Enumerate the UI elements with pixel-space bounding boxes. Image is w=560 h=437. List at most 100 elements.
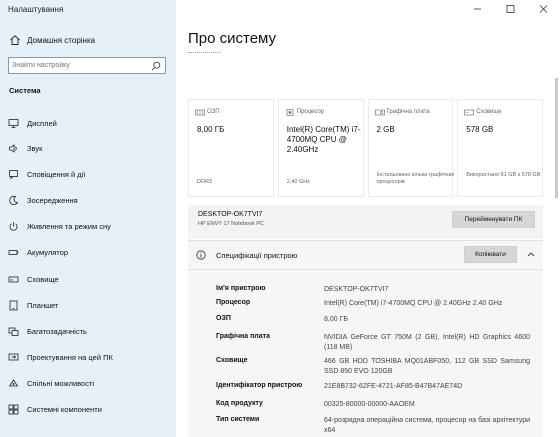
spec-value: 8,00 ГБ: [324, 316, 348, 323]
power-icon: [9, 222, 18, 231]
tile-graphics: Графічна плата 2 GB Інстальовано кілька …: [367, 99, 455, 197]
scrollbar[interactable]: [555, 78, 558, 198]
device-specifications-panel: Специфікації пристрою Копіювати Ім'я при…: [188, 240, 543, 437]
window-title: Налаштування: [8, 5, 64, 14]
specs-divider: [188, 269, 543, 270]
tile-value: 578 GB: [466, 125, 494, 134]
nav-item-multitasking[interactable]: Багатозадачність: [0, 322, 176, 342]
spec-value: 466 GB HDD TOSHIBA MQ01ABF050, 112 GB SS…: [324, 358, 530, 375]
nav-item-shared-experiences[interactable]: Спільні можливості: [0, 374, 176, 394]
nav-item-label: Дисплей: [27, 119, 57, 128]
tile-processor: Процесор Intel(R) Core(TM) i7-4700MQ CPU…: [277, 99, 364, 197]
nav-item-label: Звук: [27, 144, 43, 153]
spec-value: 00325-80000-00000-AAOEM: [324, 401, 415, 408]
spec-key: Ідентифікатор пристрою: [216, 382, 303, 389]
nav-item-tablet[interactable]: Планшет: [0, 296, 176, 316]
settings-search[interactable]: [8, 57, 166, 74]
device-model: HP ENVY 17 Notebook PC: [198, 221, 264, 227]
nav-item-label: Планшет: [27, 301, 59, 310]
search-input[interactable]: [12, 60, 147, 71]
tile-footer: Інстальовано кілька графічних процесорів: [376, 172, 455, 185]
nav-item-battery[interactable]: Акумулятор: [0, 243, 176, 263]
info-icon: [196, 250, 206, 260]
search-icon[interactable]: [151, 61, 161, 71]
tile-label: Графічна плата: [386, 109, 430, 115]
home-icon: [10, 35, 20, 45]
nav-item-label: Акумулятор: [27, 248, 68, 257]
tile-footer: Використано 91 GB з 578 GB: [466, 172, 541, 178]
nav-item-power[interactable]: Живлення та режим сну: [0, 217, 176, 237]
home-label: Домашня сторінка: [27, 36, 96, 45]
nav-section-title: Система: [9, 86, 41, 95]
graphics-card-icon: [374, 109, 385, 116]
maximize-icon: [506, 5, 515, 13]
shared-icon: [8, 379, 19, 387]
tile-label: ОЗП: [207, 109, 220, 115]
nav-item-label: Системні компоненти: [27, 405, 102, 414]
copy-button[interactable]: Копіювати: [464, 246, 517, 263]
minimize-icon: [474, 8, 481, 10]
tile-value: 2 GB: [376, 125, 395, 134]
storage-icon: [464, 109, 475, 116]
spec-key: Сховище: [216, 357, 248, 364]
rename-pc-button[interactable]: Перейменувати ПК: [452, 211, 535, 228]
nav-item-system-components[interactable]: Системні компоненти: [0, 400, 176, 420]
page-title: Про систему: [188, 30, 277, 47]
spec-key: Код продукту: [216, 400, 263, 407]
summary-tiles: ОЗП 8,00 ГБ DDR3 Процесор Intel(R) Core(…: [188, 99, 543, 197]
tablet-icon: [9, 300, 18, 311]
maximize-button[interactable]: [494, 0, 527, 18]
tile-storage: Сховище 578 GB Використано 91 GB з 578 G…: [457, 99, 543, 197]
tile-value: Intel(R) Core(TM) i7-4700MQ CPU @ 2.40GH…: [286, 125, 361, 154]
spec-value: Intel(R) Core(TM) i7-4700MQ CPU @ 2.40GH…: [324, 300, 503, 307]
spec-value: NVIDIA GeForce GT 750M (2 GB), Intel(R) …: [324, 334, 530, 351]
notification-icon: [9, 170, 18, 180]
home-link[interactable]: Домашня сторінка: [0, 32, 176, 50]
tile-footer: DDR3: [197, 179, 212, 185]
device-panel: DESKTOP-OK7TVI7 HP ENVY 17 Notebook PC П…: [188, 205, 543, 239]
nav-item-display[interactable]: Дисплей: [0, 114, 176, 134]
nav-item-sound[interactable]: Звук: [0, 139, 176, 159]
nav-item-label: Живлення та режим сну: [27, 222, 111, 231]
processor-icon: [286, 109, 294, 116]
close-icon: [539, 5, 548, 13]
nav-item-focus[interactable]: Зосередження: [0, 191, 176, 211]
navigation-pane: Налаштування Домашня сторінка Система Ди…: [0, 0, 176, 437]
nav-item-projecting[interactable]: Проектування на цей ПК: [0, 348, 176, 368]
memory-icon: [195, 109, 205, 116]
specs-header[interactable]: Специфікації пристрою Копіювати: [188, 241, 543, 269]
spec-value: 64-розрядна операційна система, процесор…: [324, 417, 530, 434]
tile-footer: 2,40 GHz: [286, 179, 310, 185]
spec-key: Процесор: [216, 299, 251, 306]
nav-item-label: Сповіщення й дії: [27, 170, 86, 179]
tile-ram: ОЗП 8,00 ГБ DDR3: [188, 99, 274, 197]
battery-icon: [8, 250, 19, 255]
speaker-icon: [9, 144, 17, 153]
content-pane: Про систему ОЗП 8,00 ГБ DDR3 Процесор In…: [176, 0, 560, 437]
nav-item-label: Спільні можливості: [27, 379, 95, 388]
close-button[interactable]: [527, 0, 560, 18]
tile-value: 8,00 ГБ: [197, 125, 225, 134]
nav-item-label: Проектування на цей ПК: [27, 353, 113, 362]
spec-value: 21E8B732-62FE-4721-AF85-B47B47AE74D: [324, 383, 463, 390]
spec-key: ОЗП: [216, 315, 231, 322]
components-icon: [8, 404, 19, 415]
multitask-icon: [8, 327, 19, 336]
nav-item-notifications[interactable]: Сповіщення й дії: [0, 165, 176, 185]
tile-label: Сховище: [476, 109, 502, 115]
spec-key: Ім'я пристрою: [216, 285, 266, 292]
moon-icon: [9, 195, 19, 205]
nav-item-label: Сховище: [27, 275, 59, 284]
title-underline: [188, 52, 220, 53]
spec-key: Тип системи: [216, 416, 260, 423]
tile-label: Процесор: [296, 109, 325, 115]
device-name: DESKTOP-OK7TVI7: [198, 211, 263, 218]
settings-window: Налаштування Домашня сторінка Система Ди…: [0, 0, 560, 437]
monitor-icon: [8, 119, 19, 128]
nav-item-label: Багатозадачність: [27, 327, 87, 336]
chevron-up-icon[interactable]: [527, 251, 535, 257]
storage-icon: [8, 276, 19, 283]
nav-item-storage[interactable]: Сховище: [0, 270, 176, 290]
spec-value: DESKTOP-OK7TVI7: [324, 286, 389, 293]
minimize-button[interactable]: [461, 0, 494, 18]
